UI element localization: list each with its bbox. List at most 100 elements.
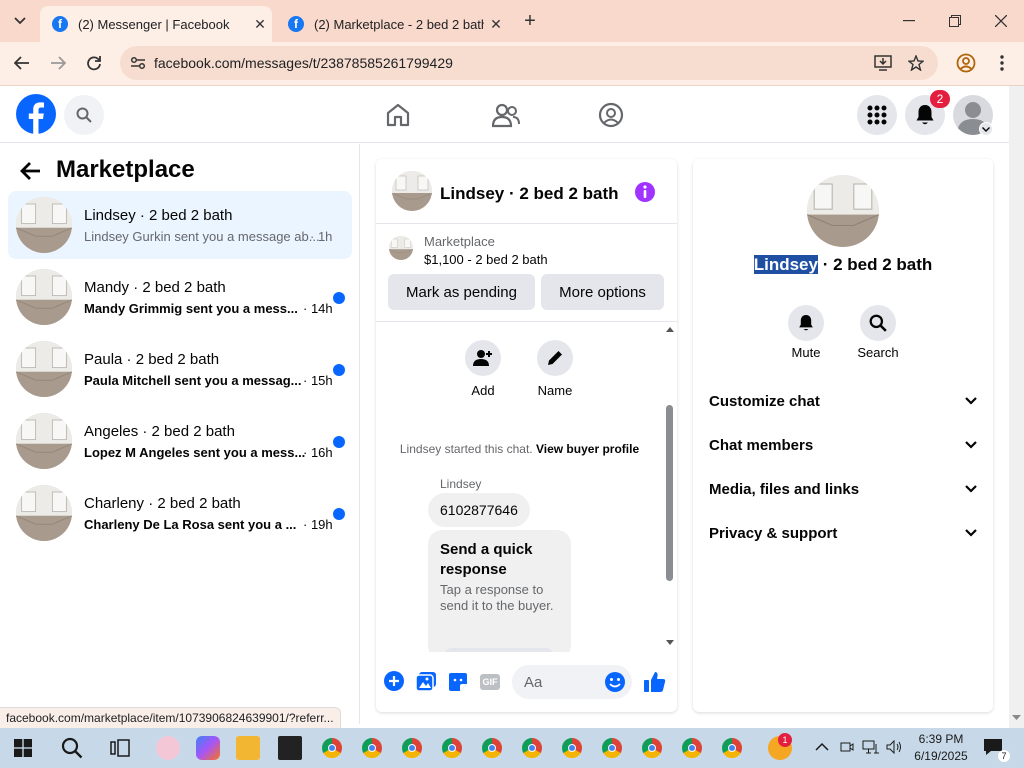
conversation-item[interactable]: Charleny · 2 bed 2 bath Charleny De La Ro… [8, 479, 352, 547]
chrome-center-icon [688, 744, 696, 752]
search-in-chat-button[interactable] [860, 305, 896, 341]
friends-icon[interactable] [492, 102, 520, 128]
reload-icon[interactable] [80, 49, 108, 77]
chrome-profile-icon[interactable] [400, 736, 424, 760]
snipping-tool-icon[interactable] [156, 736, 180, 760]
name-button[interactable] [537, 340, 573, 376]
unread-dot [333, 436, 345, 448]
windows-start-icon[interactable] [14, 739, 32, 757]
plus-circle-icon[interactable] [384, 671, 404, 691]
name-label: Name [537, 383, 573, 398]
tab-title: (2) Marketplace - 2 bed 2 bath [314, 16, 484, 32]
window-close-icon[interactable] [987, 7, 1015, 35]
restore-icon[interactable] [941, 7, 969, 35]
conversation-item[interactable]: Paula · 2 bed 2 bath Paula Mitchell sent … [8, 335, 352, 403]
chrome-center-icon [648, 744, 656, 752]
new-tab-icon[interactable]: + [516, 7, 544, 35]
privacy-support-section[interactable]: Privacy & support [709, 517, 977, 549]
tab-search-icon[interactable] [6, 7, 34, 35]
copilot-icon[interactable] [196, 736, 220, 760]
more-options-button[interactable]: More options [541, 274, 664, 310]
facebook-logo-icon[interactable] [16, 94, 56, 134]
back-icon[interactable] [8, 49, 36, 77]
profile-icon[interactable] [952, 49, 980, 77]
network-icon[interactable] [862, 740, 880, 754]
chrome-profile-icon[interactable] [600, 736, 624, 760]
conversation-item[interactable]: Angeles · 2 bed 2 bath Lopez M Angeles se… [8, 407, 352, 475]
gif-icon[interactable]: GIF [480, 674, 500, 690]
chat-started-text: Lindsey started this chat. [399, 442, 533, 456]
listing-price[interactable]: $1,100 - 2 bed 2 bath [424, 252, 548, 267]
conversation-item[interactable]: Lindsey · 2 bed 2 bath Lindsey Gurkin sen… [8, 191, 352, 259]
chrome-profile-icon[interactable] [720, 736, 744, 760]
chevron-down-icon[interactable] [979, 122, 993, 136]
listing-thumbnail [16, 341, 72, 397]
quick-response-option[interactable] [444, 648, 554, 652]
customize-chat-section[interactable]: Customize chat [709, 385, 977, 417]
mark-pending-button[interactable]: Mark as pending [388, 274, 535, 310]
chat-scrollbar[interactable] [663, 322, 677, 652]
chrome-profile-icon[interactable] [320, 736, 344, 760]
emoji-icon[interactable] [604, 671, 626, 693]
address-bar[interactable]: facebook.com/messages/t/2387858526179942… [120, 46, 938, 80]
search-icon[interactable] [61, 737, 83, 759]
bookmark-star-icon[interactable] [908, 55, 924, 71]
meet-icon[interactable] [840, 740, 854, 754]
chrome-profile-icon[interactable] [360, 736, 384, 760]
chat-listing-thumbnail[interactable] [392, 171, 432, 211]
chrome-profile-icon[interactable] [480, 736, 504, 760]
forward-icon[interactable] [44, 49, 72, 77]
home-icon[interactable] [385, 102, 411, 128]
photo-icon[interactable] [416, 672, 436, 691]
chrome-profile-icon[interactable] [520, 736, 544, 760]
bell-icon [915, 104, 935, 126]
search-button[interactable] [64, 95, 104, 135]
minimize-icon[interactable] [895, 7, 923, 35]
chat-members-section[interactable]: Chat members [709, 429, 977, 461]
conversation-name: Charleny · 2 bed 2 bath [84, 495, 241, 512]
info-icon[interactable] [634, 181, 656, 203]
message-input[interactable]: Aa [512, 665, 632, 699]
windows-taskbar: 1 6:39 PM 6/19/2025 7 [0, 728, 1024, 768]
listing-photo[interactable] [807, 175, 879, 247]
media-files-links-section[interactable]: Media, files and links [709, 473, 977, 505]
chrome-profile-icon[interactable] [640, 736, 664, 760]
chevron-down-icon [965, 485, 977, 493]
notification-count-badge: 7 [998, 750, 1010, 762]
message-bubble[interactable]: 6102877646 [428, 493, 530, 527]
page-scrollbar[interactable] [1009, 86, 1024, 728]
browser-menu-icon[interactable] [988, 49, 1016, 77]
chat-title[interactable]: Lindsey · 2 bed 2 bath [440, 184, 619, 204]
back-arrow-icon[interactable] [20, 161, 42, 181]
menu-button[interactable] [857, 95, 897, 135]
tab-messenger[interactable]: f (2) Messenger | Facebook ✕ [40, 6, 272, 42]
tab-marketplace[interactable]: f (2) Marketplace - 2 bed 2 bath ✕ [276, 6, 508, 42]
conversation-time: · 15h [303, 373, 333, 388]
close-icon[interactable]: ✕ [484, 16, 508, 33]
chrome-profile-icon[interactable] [560, 736, 584, 760]
task-view-icon[interactable] [110, 738, 130, 758]
chevron-up-icon[interactable] [815, 742, 829, 751]
volume-icon[interactable] [886, 740, 902, 754]
listing-thumbnail[interactable] [389, 236, 413, 260]
thumbs-up-icon[interactable] [644, 671, 666, 693]
bell-icon [798, 314, 814, 332]
facebook-favicon-icon: f [288, 16, 304, 32]
view-buyer-profile-link[interactable]: View buyer profile [536, 442, 639, 456]
sticker-icon[interactable] [448, 672, 468, 692]
add-person-button[interactable] [465, 340, 501, 376]
conversation-item[interactable]: Mandy · 2 bed 2 bath Mandy Grimmig sent y… [8, 263, 352, 331]
install-app-icon[interactable] [874, 55, 892, 71]
sticky-notes-icon[interactable] [278, 736, 302, 760]
groups-icon[interactable] [598, 102, 624, 128]
site-info-icon[interactable] [130, 56, 146, 70]
chrome-center-icon [408, 744, 416, 752]
section-label: Customize chat [709, 392, 820, 410]
file-explorer-icon[interactable] [236, 736, 260, 760]
chrome-profile-icon[interactable] [440, 736, 464, 760]
clock-time[interactable]: 6:39 PM [910, 732, 972, 746]
mute-button[interactable] [788, 305, 824, 341]
chrome-profile-icon[interactable] [680, 736, 704, 760]
clock-date[interactable]: 6/19/2025 [910, 749, 972, 763]
close-icon[interactable]: ✕ [248, 16, 272, 33]
